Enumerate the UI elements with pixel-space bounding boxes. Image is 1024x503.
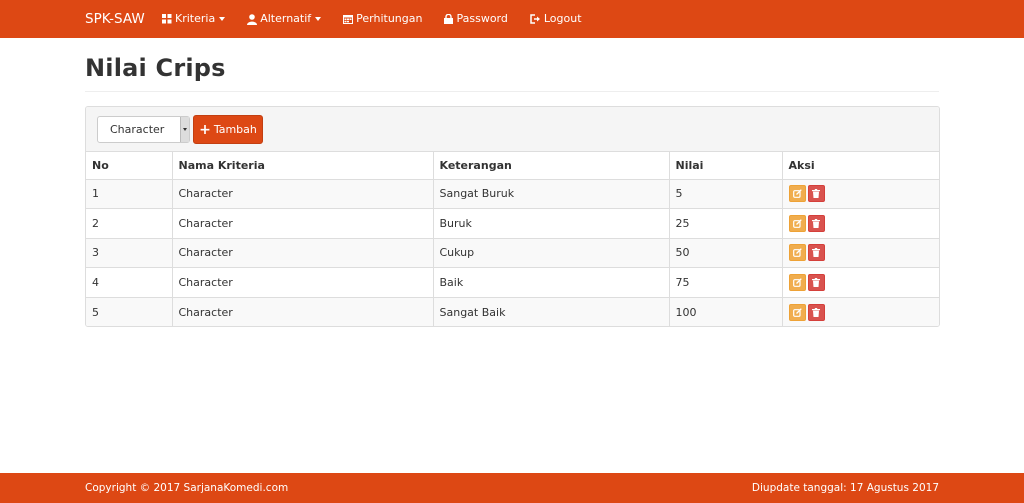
cell-aksi [782, 208, 939, 239]
lock-icon [444, 14, 454, 24]
cell-nilai: 100 [669, 296, 783, 326]
cell-no: 5 [86, 296, 173, 326]
nav-item-label: Password [456, 12, 508, 25]
table-row: 4 Character Baik 75 [86, 267, 939, 298]
footer-updated: Diupdate tanggal: 17 Agustus 2017 [751, 482, 939, 494]
edit-button[interactable] [788, 274, 806, 292]
user-icon [247, 13, 258, 25]
nav-item-password[interactable]: Password [444, 0, 517, 38]
delete-button[interactable] [807, 303, 825, 321]
column-header-keterangan: Keterangan [433, 152, 670, 180]
navbar-menu: Kriteria Alternatif Perhitungan Password… [162, 0, 604, 38]
cell-keterangan: Baik [433, 267, 670, 298]
plus-icon: + [199, 121, 211, 138]
trash-icon [812, 307, 820, 317]
edit-icon [792, 278, 802, 287]
cell-nilai: 25 [669, 208, 783, 239]
cell-aksi [782, 296, 939, 326]
cell-aksi [782, 179, 939, 209]
nav-item-logout[interactable]: Logout [530, 0, 592, 38]
edit-icon [792, 308, 802, 317]
add-button-label: Tambah [213, 123, 257, 136]
cell-keterangan: Buruk [433, 208, 670, 239]
crips-panel: Character + Tambah No Nama Kriteria Kete… [85, 106, 940, 327]
caret-down-icon [219, 17, 226, 21]
delete-button[interactable] [807, 185, 825, 203]
table-row: 2 Character Buruk 25 [86, 208, 939, 239]
kriteria-select[interactable]: Character [97, 116, 190, 143]
edit-button[interactable] [788, 244, 806, 262]
delete-button[interactable] [807, 244, 825, 262]
caret-down-icon [315, 17, 322, 21]
add-button[interactable]: + Tambah [193, 115, 263, 144]
edit-button[interactable] [788, 185, 806, 203]
edit-icon [792, 189, 802, 199]
cell-keterangan: Sangat Buruk [433, 179, 670, 209]
cell-no: 2 [86, 208, 173, 239]
nav-item-kriteria[interactable]: Kriteria [162, 0, 235, 38]
nav-item-perhitungan[interactable]: Perhitungan [343, 0, 432, 38]
logout-icon [530, 14, 540, 24]
nav-item-label: Alternatif [260, 12, 312, 25]
cell-aksi [782, 237, 939, 268]
cell-no: 3 [86, 237, 173, 268]
kriteria-select-value: Character [110, 123, 165, 136]
calendar-icon [343, 15, 354, 24]
trash-icon [812, 218, 820, 228]
cell-keterangan: Cukup [433, 237, 670, 268]
column-header-nilai: Nilai [669, 152, 783, 180]
cell-kriteria: Character [172, 179, 434, 209]
column-header-nama-kriteria: Nama Kriteria [172, 152, 434, 180]
cell-nilai: 75 [669, 267, 783, 298]
nav-item-label: Logout [543, 12, 582, 25]
top-navbar: SPK-SAW Kriteria Alternatif Perhitungan … [0, 0, 1024, 38]
nav-item-alternatif[interactable]: Alternatif [247, 0, 331, 38]
edit-icon [792, 219, 802, 228]
table-row: 1 Character Sangat Buruk 5 [86, 179, 939, 209]
footer-copyright: Copyright © 2017 SarjanaKomedi.com [85, 482, 289, 494]
cell-nilai: 5 [669, 179, 783, 209]
cell-kriteria: Character [172, 267, 434, 298]
cell-kriteria: Character [172, 296, 434, 326]
nav-item-label: Kriteria [175, 12, 216, 25]
panel-toolbar: Character + Tambah [86, 107, 939, 152]
column-header-no: No [86, 152, 173, 180]
cell-no: 1 [86, 179, 173, 209]
cell-keterangan: Sangat Baik [433, 296, 670, 326]
nav-item-label: Perhitungan [356, 12, 423, 25]
title-divider [85, 91, 939, 92]
select-arrow-icon [180, 117, 189, 142]
page-title: Nilai Crips [85, 54, 226, 82]
table-row: 5 Character Sangat Baik 100 [86, 296, 939, 326]
delete-button[interactable] [807, 214, 825, 232]
cell-kriteria: Character [172, 208, 434, 239]
table-row: 3 Character Cukup 50 [86, 237, 939, 268]
cell-kriteria: Character [172, 237, 434, 268]
crips-table: No Nama Kriteria Keterangan Nilai Aksi 1… [86, 152, 939, 326]
navbar-brand[interactable]: SPK-SAW [85, 0, 145, 38]
edit-button[interactable] [788, 303, 806, 321]
edit-icon [792, 248, 802, 258]
trash-icon [812, 189, 820, 199]
column-header-aksi: Aksi [782, 152, 939, 180]
edit-button[interactable] [788, 214, 806, 232]
cell-nilai: 50 [669, 237, 783, 268]
cell-no: 4 [86, 267, 173, 298]
grid-icon [162, 14, 172, 24]
delete-button[interactable] [807, 274, 825, 292]
trash-icon [812, 278, 820, 288]
cell-aksi [782, 267, 939, 298]
footer: Copyright © 2017 SarjanaKomedi.com Diupd… [0, 473, 1024, 503]
trash-icon [812, 248, 820, 258]
table-header-row: No Nama Kriteria Keterangan Nilai Aksi [86, 152, 939, 180]
